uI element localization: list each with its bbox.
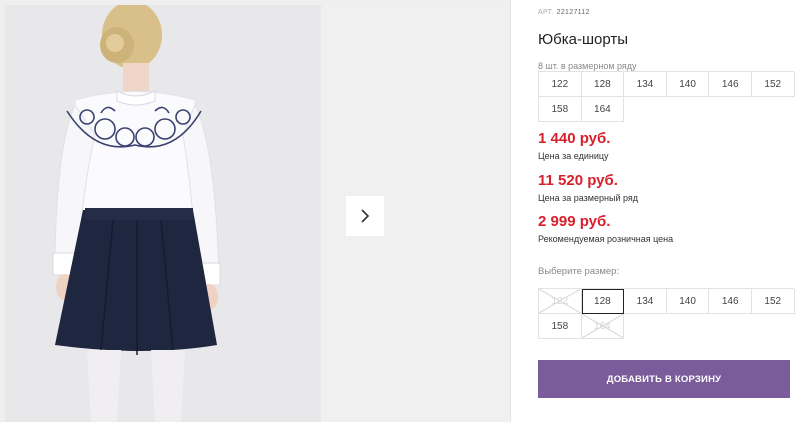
pack-size-cell: 152 — [751, 72, 795, 97]
product-photo[interactable] — [5, 5, 321, 422]
retail-price-caption: Рекомендуемая розничная цена — [538, 234, 674, 244]
pack-size-grid: 122 128 134 140 146 152 158 164 — [538, 71, 795, 122]
size-picker-label: Выберите размер: — [538, 266, 620, 277]
add-to-cart-button[interactable]: ДОБАВИТЬ В КОРЗИНУ — [538, 360, 790, 398]
next-image-button[interactable] — [346, 196, 384, 236]
retail-price: 2 999 руб. — [538, 213, 611, 230]
article-label: АРТ. — [538, 9, 554, 16]
unavailable-cross-icon — [582, 314, 624, 338]
pack-size-cell: 140 — [666, 72, 710, 97]
size-option-label: 140 — [679, 295, 696, 307]
panel-divider — [510, 0, 511, 422]
size-option-label: 146 — [721, 295, 739, 307]
size-option-164: 164 — [581, 314, 625, 339]
size-option-158[interactable]: 158 — [539, 314, 582, 339]
chevron-right-icon — [361, 209, 370, 223]
size-option-label: 128 — [594, 295, 611, 307]
unavailable-cross-icon — [539, 289, 581, 313]
pack-size-cell: 128 — [581, 72, 625, 97]
size-option-label: 152 — [764, 295, 782, 307]
product-gallery — [0, 0, 510, 422]
size-option-label: 134 — [636, 295, 654, 307]
pack-size-cell: 134 — [624, 72, 667, 97]
size-option-152[interactable]: 152 — [751, 289, 795, 314]
pack-size-note: 8 шт. в размерном ряду — [538, 61, 637, 71]
pack-price: 11 520 руб. — [538, 172, 618, 189]
product-title: Юбка-шорты — [538, 31, 629, 48]
size-picker-grid: 122 128 134 140 146 152 158 164 — [538, 288, 795, 339]
unit-price-caption: Цена за единицу — [538, 151, 609, 161]
size-option-122: 122 — [539, 289, 582, 314]
size-option-146[interactable]: 146 — [709, 289, 752, 314]
size-option-label: 158 — [551, 320, 569, 332]
size-option-140[interactable]: 140 — [666, 289, 710, 314]
article-number: АРТ. 22127112 — [538, 9, 590, 16]
size-option-134[interactable]: 134 — [624, 289, 667, 314]
pack-size-cell: 146 — [709, 72, 752, 97]
pack-size-cell: 164 — [581, 97, 625, 122]
pack-size-cell: 122 — [539, 72, 582, 97]
article-value: 22127112 — [556, 9, 590, 16]
unit-price: 1 440 руб. — [538, 130, 611, 147]
pack-size-cell: 158 — [539, 97, 582, 122]
pack-price-caption: Цена за размерный ряд — [538, 193, 639, 203]
product-photo-illustration — [5, 5, 321, 422]
size-option-128[interactable]: 128 — [581, 289, 625, 314]
